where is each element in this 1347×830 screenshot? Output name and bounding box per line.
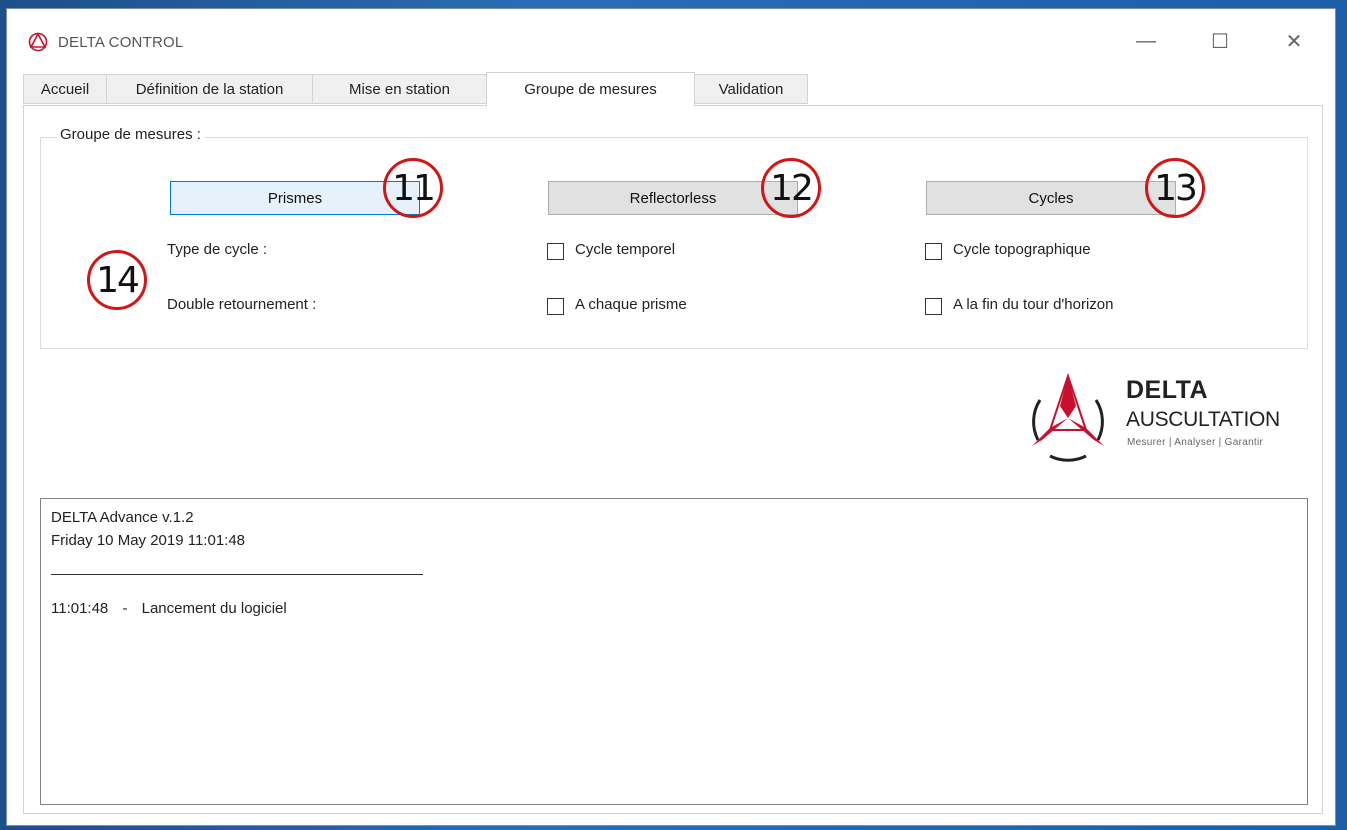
cycle-temporel-label: Cycle temporel — [575, 241, 676, 258]
brand-name: DELTA — [1126, 376, 1209, 404]
double-retournement-label: Double retournement : — [167, 296, 317, 313]
a-chaque-prisme-label: A chaque prisme — [575, 296, 687, 313]
group-legend: Groupe de mesures : — [57, 126, 204, 143]
tab-groupe-de-mesures[interactable]: Groupe de mesures — [486, 72, 695, 107]
a-chaque-prisme-checkbox[interactable] — [547, 298, 564, 315]
log-separator — [51, 574, 423, 575]
log-console[interactable]: DELTA Advance v.1.2 Friday 10 May 2019 1… — [40, 498, 1308, 805]
cycle-topographique-checkbox[interactable] — [925, 243, 942, 260]
delta-logo-icon — [28, 32, 48, 52]
log-version-line: DELTA Advance v.1.2 — [51, 509, 194, 526]
brand-subtitle: AUSCULTATION — [1126, 408, 1280, 431]
tab-accueil[interactable]: Accueil — [23, 74, 107, 104]
fin-tour-horizon-label: A la fin du tour d'horizon — [953, 296, 1114, 313]
type-de-cycle-label: Type de cycle : — [167, 241, 268, 258]
fin-tour-horizon-checkbox[interactable] — [925, 298, 942, 315]
tab-definition-station[interactable]: Définition de la station — [106, 74, 313, 104]
close-icon[interactable]: ✕ — [1271, 23, 1317, 59]
tab-content: Groupe de mesures : Prismes Reflectorles… — [23, 105, 1323, 814]
callout-12: 12 — [761, 158, 821, 218]
app-window: DELTA CONTROL — ☐ ✕ Accueil Définition d… — [6, 8, 1336, 826]
cycle-temporel-checkbox[interactable] — [547, 243, 564, 260]
delta-auscultation-logo-icon — [1032, 372, 1104, 462]
callout-13: 13 — [1145, 158, 1205, 218]
cycles-button[interactable]: Cycles — [926, 181, 1176, 215]
tab-validation[interactable]: Validation — [694, 74, 808, 104]
log-entry: 11:01:48 - Lancement du logiciel — [51, 600, 287, 617]
tab-mise-en-station[interactable]: Mise en station — [312, 74, 487, 104]
window-title: DELTA CONTROL — [58, 34, 184, 51]
minimize-icon[interactable]: — — [1123, 23, 1169, 59]
maximize-icon[interactable]: ☐ — [1197, 23, 1243, 59]
cycle-topographique-label: Cycle topographique — [953, 241, 1091, 258]
measure-group-box: Groupe de mesures : Prismes Reflectorles… — [40, 126, 1308, 349]
log-entry-time: 11:01:48 — [51, 600, 109, 617]
log-entry-separator: - — [122, 600, 128, 617]
brand-tagline: Mesurer | Analyser | Garantir — [1127, 437, 1264, 448]
callout-14: 14 — [87, 250, 147, 310]
callout-11: 11 — [383, 158, 443, 218]
title-bar: DELTA CONTROL — ☐ ✕ — [7, 9, 1335, 67]
tab-strip: Accueil Définition de la station Mise en… — [23, 72, 1323, 107]
log-date-line: Friday 10 May 2019 11:01:48 — [51, 532, 246, 549]
log-entry-text: Lancement du logiciel — [141, 600, 287, 617]
